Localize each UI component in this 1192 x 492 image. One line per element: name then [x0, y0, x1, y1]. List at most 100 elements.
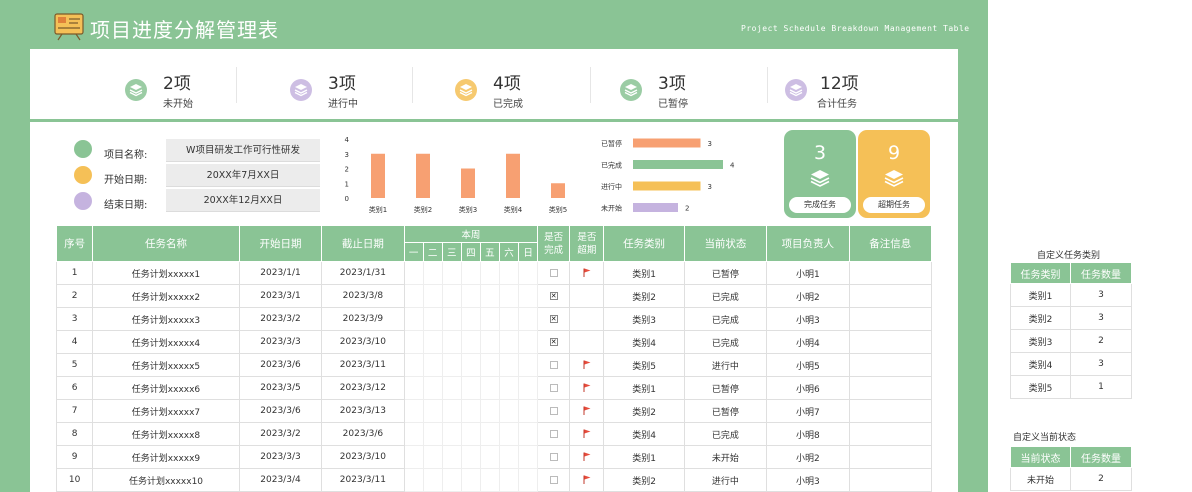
cell-weekday[interactable] [422, 307, 443, 331]
cell-done[interactable] [537, 422, 571, 446]
cell-weekday[interactable] [479, 399, 500, 423]
cell-done[interactable]: ✕ [537, 330, 571, 354]
cell-task-name[interactable]: 任务计划xxxxx2 [92, 284, 240, 308]
cell-weekday[interactable] [479, 468, 500, 492]
cell-weekday[interactable] [403, 422, 424, 446]
checkbox-icon[interactable] [549, 452, 558, 461]
cell-note[interactable] [848, 399, 932, 423]
cell-note[interactable] [848, 284, 932, 308]
cell-weekday[interactable] [441, 376, 462, 400]
cell-weekday[interactable] [518, 445, 539, 469]
cell-weekday[interactable] [460, 376, 481, 400]
cell-owner[interactable]: 小明6 [766, 376, 850, 400]
cell-task-name[interactable]: 任务计划xxxxx10 [92, 468, 240, 492]
cell-weekday[interactable] [479, 376, 500, 400]
cell-weekday[interactable] [460, 445, 481, 469]
cell-count[interactable]: 3 [1070, 306, 1132, 330]
cell-status[interactable]: 已完成 [683, 422, 768, 446]
cell-done[interactable] [537, 445, 571, 469]
cell-note[interactable] [848, 376, 932, 400]
cell-owner[interactable]: 小明3 [766, 468, 850, 492]
start-date-field[interactable]: 20XX年7月XX日 [166, 164, 320, 187]
cell-start-date[interactable]: 2023/3/1 [238, 284, 323, 308]
cell-owner[interactable]: 小明7 [766, 399, 850, 423]
checkbox-icon[interactable] [549, 475, 558, 484]
cell-category[interactable]: 类别1 [603, 445, 685, 469]
cell-end-date[interactable]: 2023/3/8 [321, 284, 405, 308]
cell-done[interactable] [537, 261, 571, 285]
cell-done[interactable]: ✕ [537, 307, 571, 331]
cell-owner[interactable]: 小明2 [766, 445, 850, 469]
checked-checkbox-icon[interactable]: ✕ [549, 314, 558, 323]
cell-category[interactable]: 类别5 [603, 353, 685, 377]
cell-count[interactable]: 1 [1070, 375, 1132, 399]
cell-weekday[interactable] [498, 376, 520, 400]
cell-weekday[interactable] [518, 261, 539, 285]
cell-owner[interactable]: 小明2 [766, 284, 850, 308]
cell-label[interactable]: 类别1 [1010, 283, 1071, 307]
cell-weekday[interactable] [460, 353, 481, 377]
cell-weekday[interactable] [498, 284, 520, 308]
checkbox-icon[interactable] [549, 406, 558, 415]
cell-done[interactable] [537, 376, 571, 400]
cell-start-date[interactable]: 2023/3/6 [238, 353, 323, 377]
cell-weekday[interactable] [460, 261, 481, 285]
cell-weekday[interactable] [498, 422, 520, 446]
cell-note[interactable] [848, 422, 932, 446]
cell-label[interactable]: 类别3 [1010, 329, 1071, 353]
cell-weekday[interactable] [460, 468, 481, 492]
cell-end-date[interactable]: 2023/3/12 [321, 376, 405, 400]
cell-weekday[interactable] [498, 468, 520, 492]
cell-weekday[interactable] [479, 422, 500, 446]
cell-weekday[interactable] [518, 284, 539, 308]
cell-category[interactable]: 类别1 [603, 376, 685, 400]
cell-category[interactable]: 类别2 [603, 284, 685, 308]
checkbox-icon[interactable] [549, 383, 558, 392]
cell-task-name[interactable]: 任务计划xxxxx6 [92, 376, 240, 400]
cell-weekday[interactable] [422, 353, 443, 377]
cell-task-name[interactable]: 任务计划xxxxx3 [92, 307, 240, 331]
cell-weekday[interactable] [479, 353, 500, 377]
cell-start-date[interactable]: 2023/3/3 [238, 445, 323, 469]
cell-note[interactable] [848, 353, 932, 377]
cell-note[interactable] [848, 468, 932, 492]
completed-tasks-button[interactable]: 完成任务 [789, 197, 851, 213]
cell-note[interactable] [848, 330, 932, 354]
cell-category[interactable]: 类别2 [603, 468, 685, 492]
cell-weekday[interactable] [441, 284, 462, 308]
cell-weekday[interactable] [403, 376, 424, 400]
cell-start-date[interactable]: 2023/3/2 [238, 422, 323, 446]
cell-start-date[interactable]: 2023/1/1 [238, 261, 323, 285]
cell-status[interactable]: 已完成 [683, 284, 768, 308]
cell-weekday[interactable] [441, 422, 462, 446]
cell-weekday[interactable] [518, 468, 539, 492]
cell-end-date[interactable]: 2023/3/10 [321, 330, 405, 354]
cell-end-date[interactable]: 2023/3/13 [321, 399, 405, 423]
cell-status[interactable]: 已暂停 [683, 399, 768, 423]
cell-end-date[interactable]: 2023/3/11 [321, 353, 405, 377]
cell-owner[interactable]: 小明4 [766, 330, 850, 354]
cell-owner[interactable]: 小明8 [766, 422, 850, 446]
cell-label[interactable]: 未开始 [1010, 467, 1071, 491]
cell-done[interactable]: ✕ [537, 284, 571, 308]
cell-weekday[interactable] [479, 330, 500, 354]
cell-note[interactable] [848, 445, 932, 469]
cell-weekday[interactable] [403, 307, 424, 331]
cell-weekday[interactable] [441, 261, 462, 285]
end-date-field[interactable]: 20XX年12月XX日 [166, 189, 320, 212]
cell-weekday[interactable] [422, 376, 443, 400]
checkbox-icon[interactable] [549, 360, 558, 369]
cell-weekday[interactable] [498, 399, 520, 423]
cell-weekday[interactable] [422, 422, 443, 446]
cell-weekday[interactable] [422, 399, 443, 423]
cell-task-name[interactable]: 任务计划xxxxx7 [92, 399, 240, 423]
cell-note[interactable] [848, 307, 932, 331]
cell-weekday[interactable] [403, 261, 424, 285]
cell-weekday[interactable] [518, 399, 539, 423]
cell-weekday[interactable] [498, 330, 520, 354]
cell-task-name[interactable]: 任务计划xxxxx1 [92, 261, 240, 285]
cell-category[interactable]: 类别1 [603, 261, 685, 285]
cell-done[interactable] [537, 353, 571, 377]
cell-weekday[interactable] [403, 468, 424, 492]
project-name-field[interactable]: W项目研发工作可行性研发 [166, 139, 320, 162]
